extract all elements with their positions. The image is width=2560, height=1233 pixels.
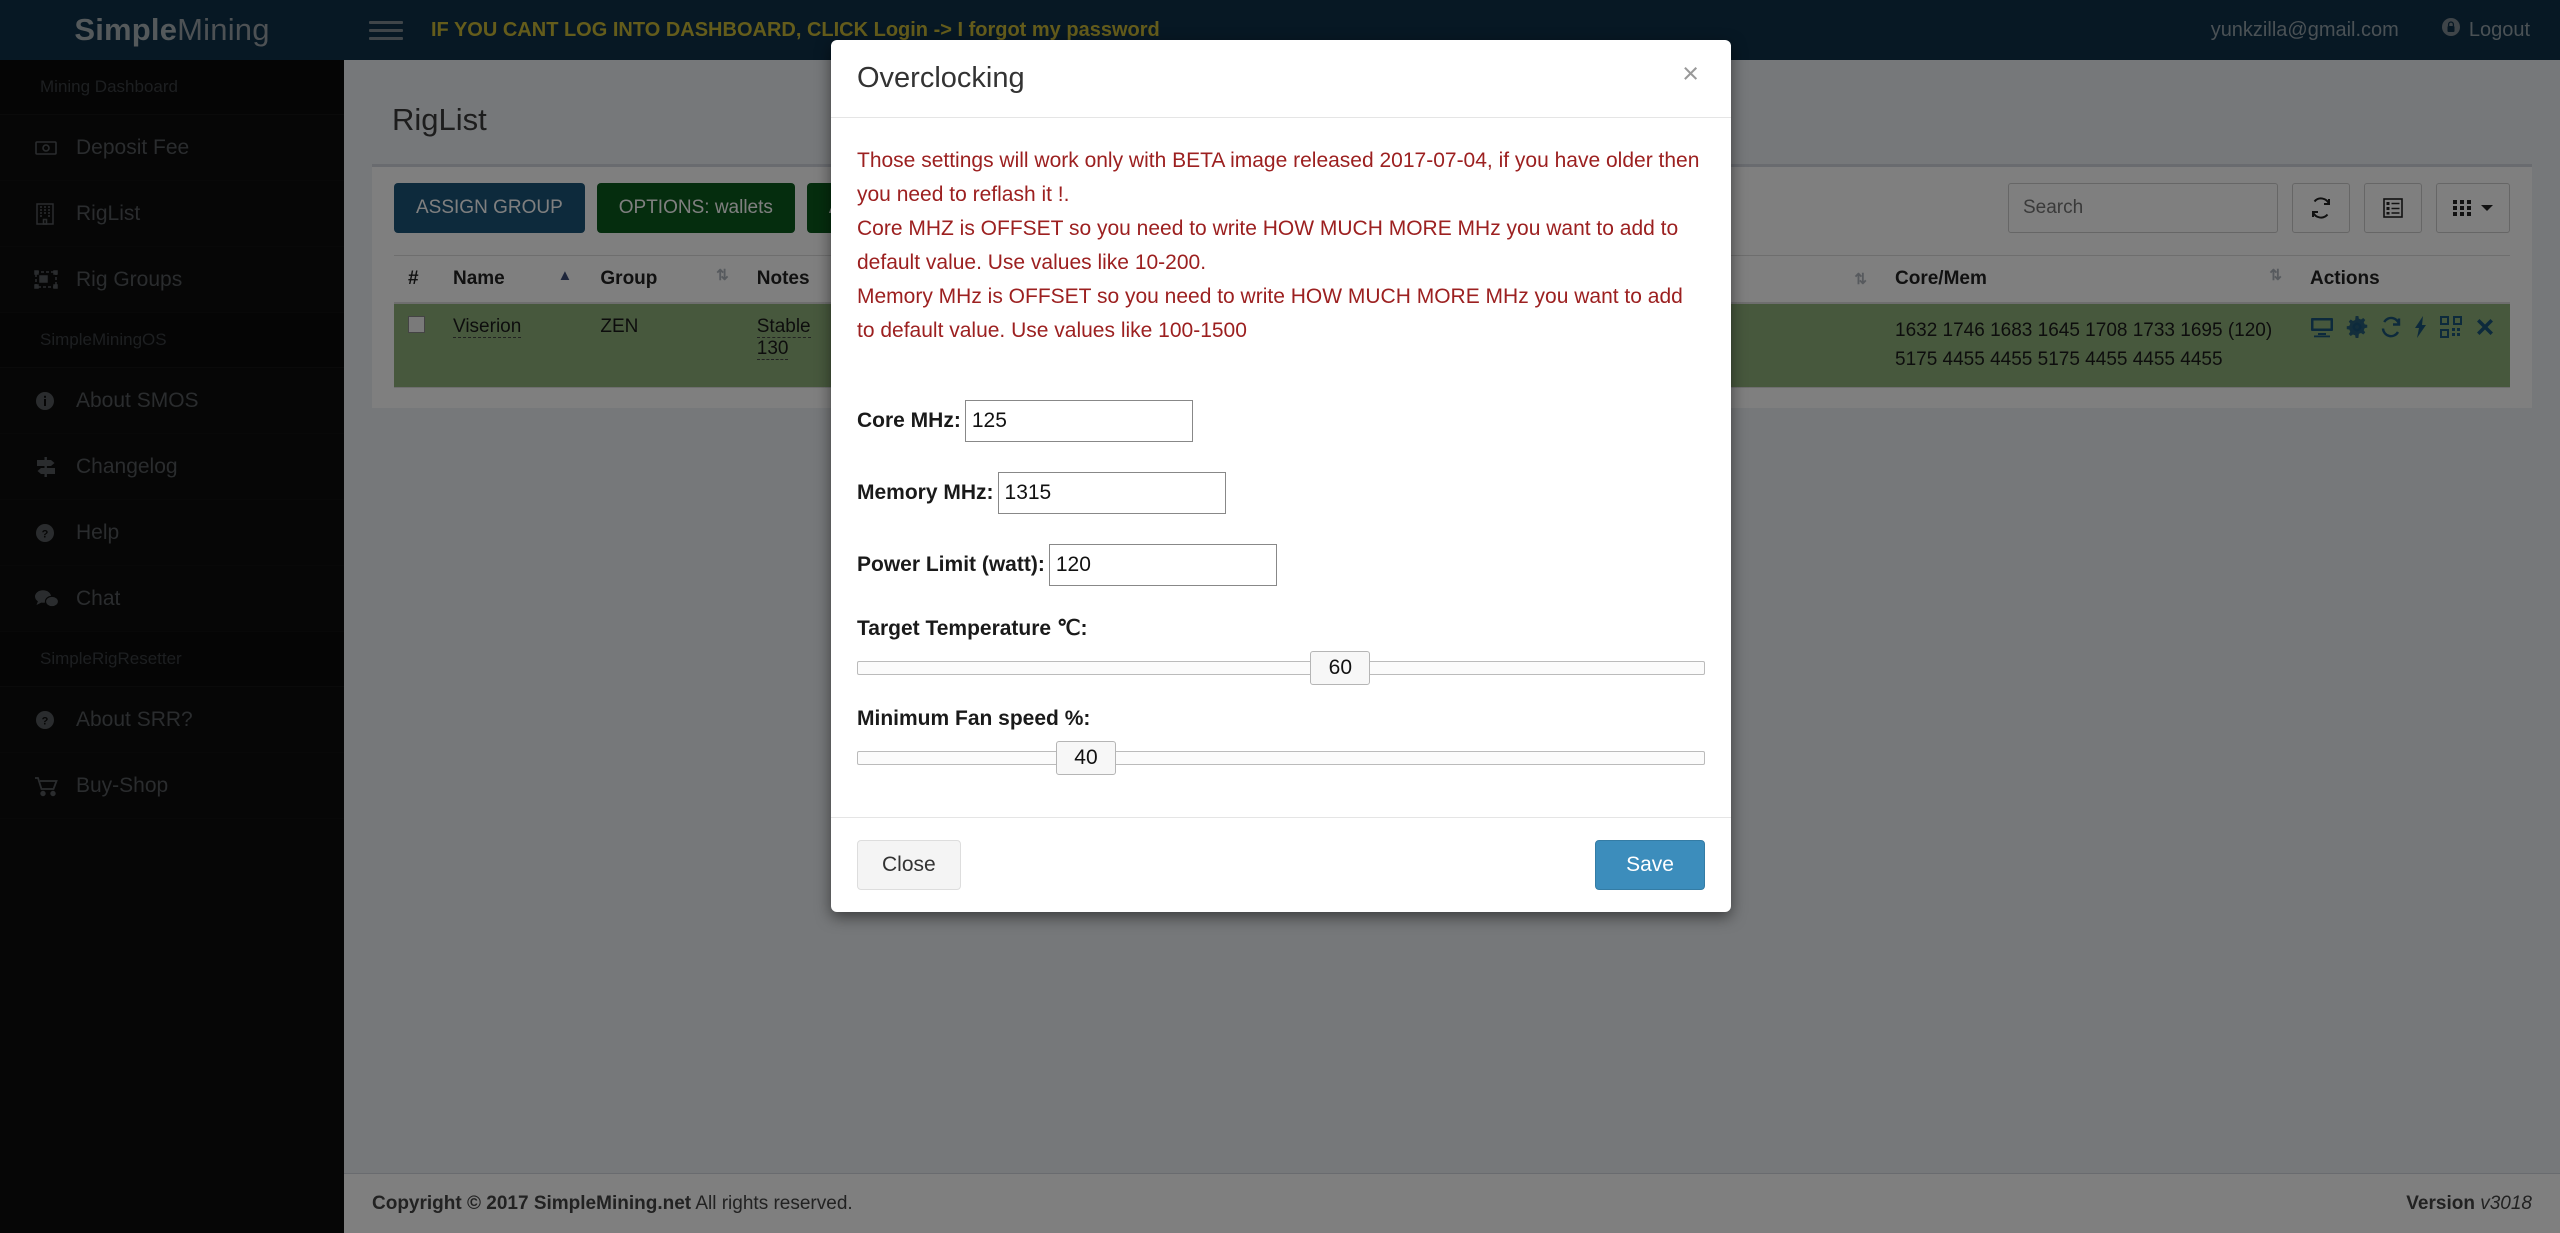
warning-line-3: Memory MHz is OFFSET so you need to writ… — [857, 285, 1683, 343]
close-icon[interactable]: × — [1676, 59, 1705, 88]
core-mhz-input[interactable] — [964, 400, 1193, 443]
power-limit-field: Power Limit (watt): — [857, 544, 1705, 587]
memory-mhz-input[interactable] — [997, 472, 1226, 515]
power-limit-label: Power Limit (watt): — [857, 553, 1045, 577]
memory-mhz-label: Memory MHz: — [857, 481, 994, 505]
power-limit-input[interactable] — [1048, 544, 1277, 587]
minimum-fan-speed-label: Minimum Fan speed %: — [857, 707, 1091, 731]
warning-line-2: Core MHZ is OFFSET so you need to write … — [857, 217, 1679, 275]
save-button[interactable]: Save — [1595, 840, 1705, 891]
slider-thumb[interactable]: 40 — [1055, 741, 1116, 776]
slider-track — [857, 661, 1705, 676]
warning-text: Those settings will work only with BETA … — [857, 144, 1705, 348]
warning-line-1: Those settings will work only with BETA … — [857, 149, 1700, 207]
target-temperature-group: Target Temperature ℃: 60 — [857, 616, 1705, 686]
minimum-fan-speed-group: Minimum Fan speed %: 40 — [857, 707, 1705, 776]
modal-title: Overclocking — [857, 62, 1025, 94]
close-button[interactable]: Close — [857, 840, 961, 891]
overclocking-modal: Overclocking × Those settings will work … — [831, 40, 1731, 913]
slider-track — [857, 751, 1705, 766]
modal-header: Overclocking × — [831, 40, 1731, 118]
slider-thumb[interactable]: 60 — [1310, 651, 1371, 686]
target-temperature-label: Target Temperature ℃: — [857, 617, 1088, 641]
app-root: SimpleMining Mining Dashboard Deposit Fe… — [0, 0, 2560, 1233]
core-mhz-field: Core MHz: — [857, 400, 1705, 443]
modal-footer: Close Save — [831, 817, 1731, 912]
memory-mhz-field: Memory MHz: — [857, 472, 1705, 515]
minimum-fan-speed-slider[interactable]: 40 — [857, 741, 1705, 776]
modal-body: Those settings will work only with BETA … — [831, 118, 1731, 817]
target-temperature-slider[interactable]: 60 — [857, 651, 1705, 686]
core-mhz-label: Core MHz: — [857, 409, 961, 433]
